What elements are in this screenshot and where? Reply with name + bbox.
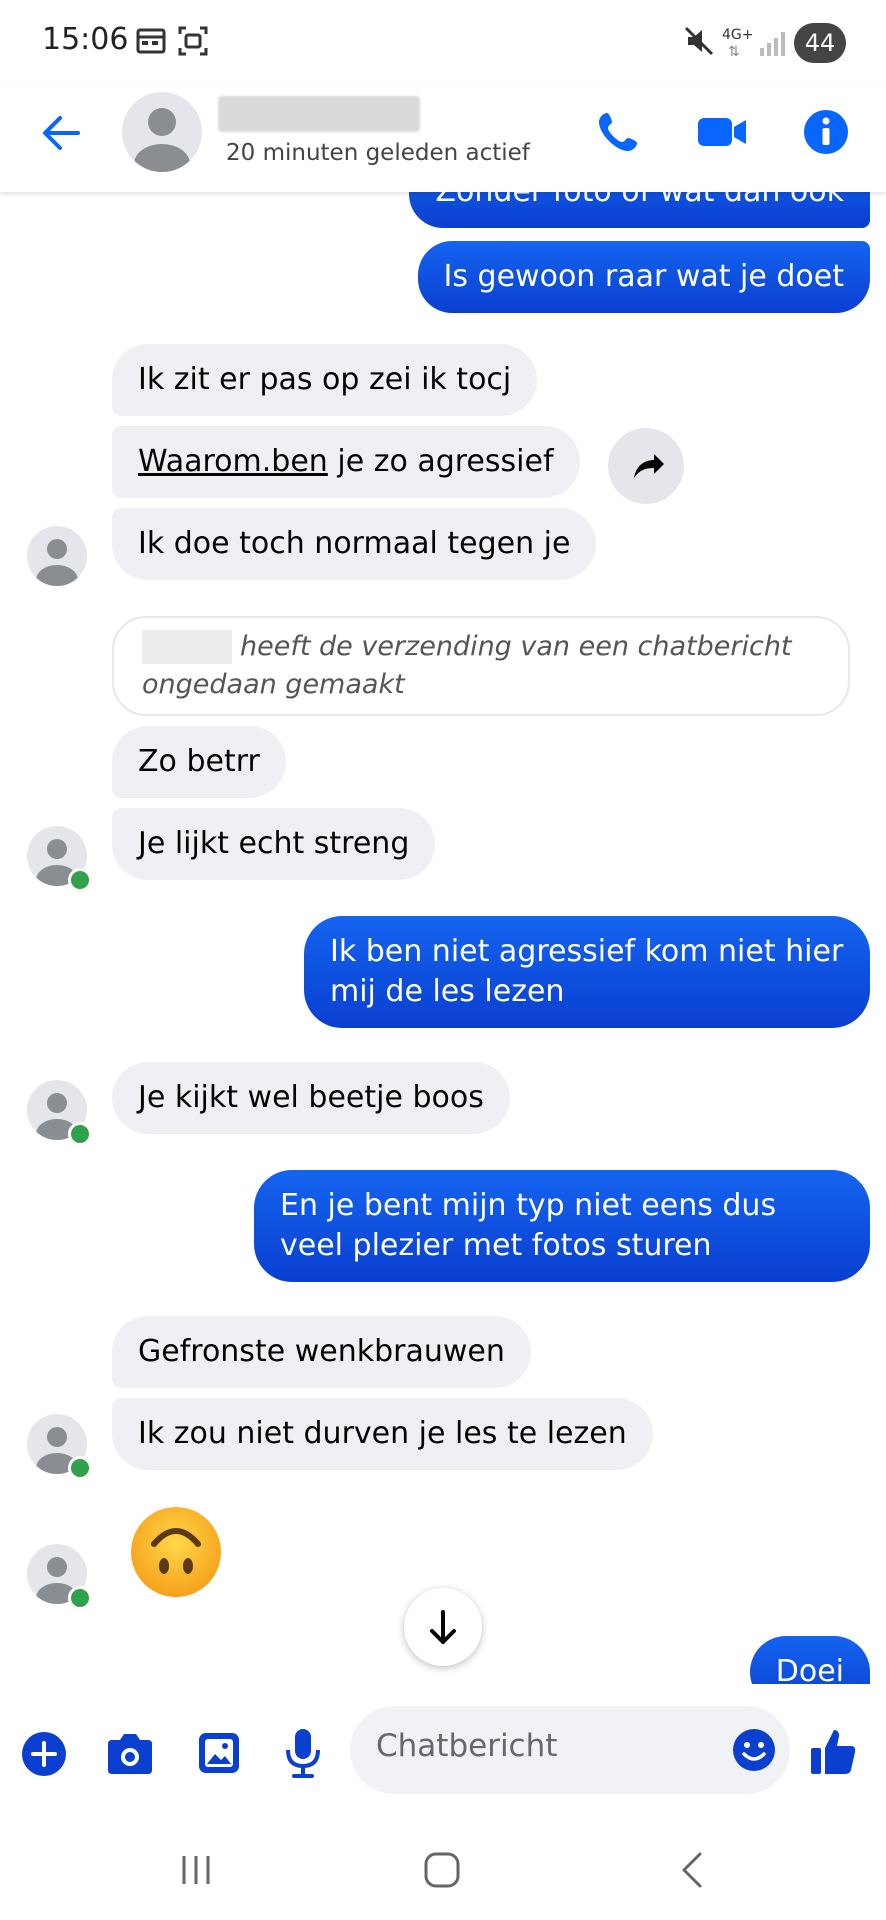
default-avatar-icon bbox=[134, 108, 190, 172]
upside-down-face-icon bbox=[131, 1507, 221, 1597]
arrow-down-icon bbox=[430, 1610, 456, 1644]
status-time: 15:06 bbox=[42, 22, 129, 57]
contact-name-redacted[interactable] bbox=[218, 96, 420, 132]
incoming-message[interactable]: Ik zou niet durven je les te lezen bbox=[112, 1398, 653, 1470]
message-composer: Chatbericht bbox=[0, 1684, 886, 1820]
unsent-message-notice: heeft de verzending van een chatbericht … bbox=[112, 616, 850, 716]
active-status: 20 minuten geleden actief bbox=[226, 140, 530, 166]
status-bar: 15:06 4G+ ⇅ 44 bbox=[0, 0, 886, 84]
phone-icon[interactable] bbox=[594, 108, 642, 156]
message-link[interactable]: Waarom.ben bbox=[138, 444, 328, 479]
incoming-message[interactable]: Zo betrr bbox=[112, 726, 286, 798]
video-icon[interactable] bbox=[696, 112, 748, 152]
online-status-dot bbox=[68, 1586, 92, 1610]
screenshot-icon bbox=[178, 26, 208, 56]
outgoing-message[interactable]: Doei bbox=[749, 1636, 870, 1684]
outgoing-message[interactable]: Zonder foto of wat dan ook bbox=[409, 192, 870, 228]
signal-icon bbox=[760, 32, 785, 56]
incoming-message[interactable]: Waarom.ben je zo agressief bbox=[112, 426, 580, 498]
home-icon[interactable] bbox=[420, 1848, 464, 1892]
outgoing-message[interactable]: Ik ben niet agressief kom niet hier mij … bbox=[304, 916, 870, 1028]
recent-apps-icon[interactable] bbox=[176, 1850, 216, 1890]
mute-icon bbox=[684, 26, 714, 56]
online-status-dot bbox=[68, 1456, 92, 1480]
emoji-message[interactable] bbox=[128, 1504, 224, 1600]
online-status-dot bbox=[68, 868, 92, 892]
sender-avatar[interactable] bbox=[27, 526, 87, 586]
scroll-to-bottom-button[interactable] bbox=[404, 1588, 482, 1666]
image-icon[interactable] bbox=[196, 1730, 242, 1776]
calendar-icon bbox=[136, 28, 166, 54]
default-avatar-icon bbox=[36, 539, 78, 586]
message-input[interactable]: Chatbericht bbox=[350, 1706, 790, 1794]
incoming-message[interactable]: Ik doe toch normaal tegen je bbox=[112, 508, 597, 580]
notice-text: heeft de verzending van een chatbericht … bbox=[142, 631, 792, 700]
microphone-icon[interactable] bbox=[282, 1726, 324, 1780]
back-arrow-icon[interactable] bbox=[38, 110, 84, 156]
incoming-message[interactable]: Gefronste wenkbrauwen bbox=[112, 1316, 531, 1388]
outgoing-message[interactable]: En je bent mijn typ niet eens dus veel p… bbox=[254, 1170, 870, 1282]
emoji-icon[interactable] bbox=[730, 1726, 778, 1774]
message-text: je zo agressief bbox=[327, 444, 554, 479]
network-type: 4G+ bbox=[722, 27, 754, 43]
incoming-message[interactable]: Ik zit er pas op zei ik tocj bbox=[112, 344, 538, 416]
chat-header: 20 minuten geleden actief bbox=[0, 84, 886, 192]
avatar[interactable] bbox=[122, 92, 202, 172]
info-icon[interactable] bbox=[802, 108, 850, 156]
online-status-dot bbox=[68, 1122, 92, 1146]
back-nav-icon[interactable] bbox=[672, 1848, 712, 1892]
data-arrows-icon: ⇅ bbox=[728, 44, 740, 60]
forward-button[interactable] bbox=[608, 428, 684, 504]
incoming-message[interactable]: Je lijkt echt streng bbox=[112, 808, 436, 880]
battery-indicator: 44 bbox=[794, 23, 846, 63]
camera-icon[interactable] bbox=[104, 1730, 156, 1778]
thumbs-up-icon[interactable] bbox=[808, 1726, 858, 1778]
incoming-message[interactable]: Je kijkt wel beetje boos bbox=[112, 1062, 510, 1134]
message-input-placeholder: Chatbericht bbox=[376, 1728, 558, 1764]
system-navigation-bar bbox=[0, 1820, 886, 1920]
message-list[interactable]: Zonder foto of wat dan ook Is gewoon raa… bbox=[0, 192, 886, 1684]
share-arrow-icon bbox=[634, 454, 664, 478]
plus-icon[interactable] bbox=[20, 1730, 68, 1778]
outgoing-message[interactable]: Is gewoon raar wat je doet bbox=[417, 241, 870, 313]
